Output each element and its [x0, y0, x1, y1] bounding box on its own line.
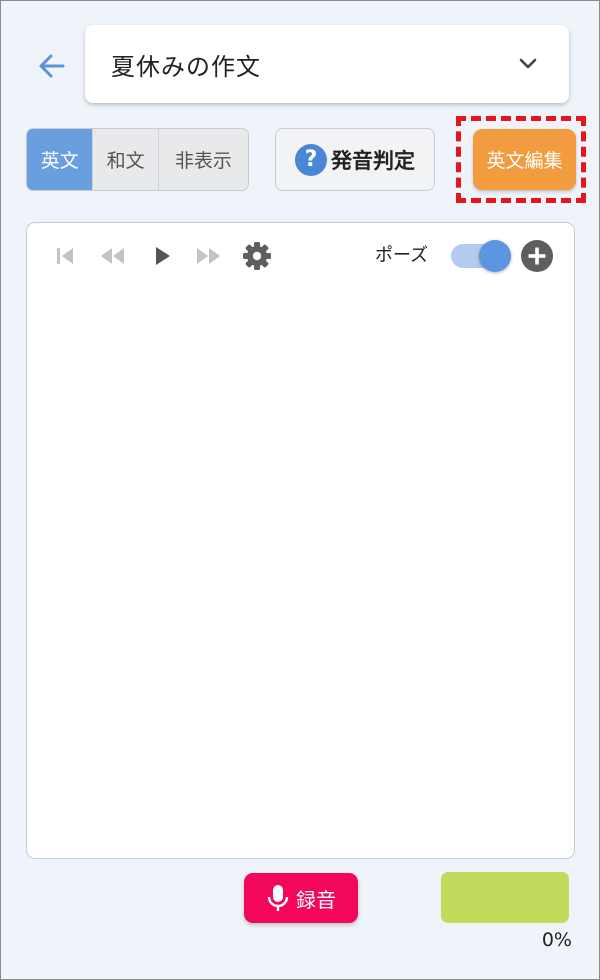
play-button[interactable] — [144, 239, 178, 273]
pronunciation-check-button[interactable]: ? 発音判定 — [275, 128, 435, 191]
display-mode-english[interactable]: 英文 — [27, 129, 94, 190]
record-label: 録音 — [296, 887, 336, 912]
fast-forward-button[interactable] — [192, 239, 226, 273]
edit-english-button[interactable]: 英文編集 — [473, 129, 576, 190]
page-title: 夏休みの作文 — [111, 52, 261, 81]
plus-circle-icon — [521, 240, 553, 272]
question-circle-icon: ? — [295, 143, 327, 176]
pause-toggle[interactable] — [451, 240, 511, 272]
chevron-down-icon — [519, 58, 537, 69]
display-mode-selector: 英文 和文 非表示 — [26, 128, 249, 191]
skip-previous-button[interactable] — [48, 239, 82, 273]
gear-icon — [243, 242, 271, 270]
progress-bar — [441, 872, 569, 923]
app-screen: 夏休みの作文 英文 和文 非表示 ? 発音判定 英文編集 ポーズ 録音 0% — [0, 0, 600, 980]
progress-fill — [441, 872, 569, 923]
progress-percent: 0% — [541, 929, 572, 951]
settings-button[interactable] — [240, 239, 274, 273]
toggle-knob — [479, 240, 511, 272]
player-panel: ポーズ — [26, 222, 575, 859]
add-button[interactable] — [521, 240, 553, 272]
rewind-button[interactable] — [95, 239, 129, 273]
display-mode-hidden[interactable]: 非表示 — [159, 129, 248, 190]
back-button[interactable] — [31, 45, 73, 87]
record-button[interactable]: 録音 — [244, 873, 358, 923]
pause-label: ポーズ — [375, 245, 429, 266]
microphone-icon — [267, 885, 289, 911]
play-icon — [156, 247, 170, 265]
pronunciation-check-label: 発音判定 — [331, 148, 415, 173]
display-mode-japanese[interactable]: 和文 — [93, 129, 159, 190]
fast-forward-icon — [197, 248, 220, 264]
arrow-left-icon — [39, 54, 65, 78]
rewind-icon — [101, 248, 124, 264]
title-dropdown[interactable]: 夏休みの作文 — [85, 25, 569, 103]
skip-previous-icon — [57, 248, 73, 264]
